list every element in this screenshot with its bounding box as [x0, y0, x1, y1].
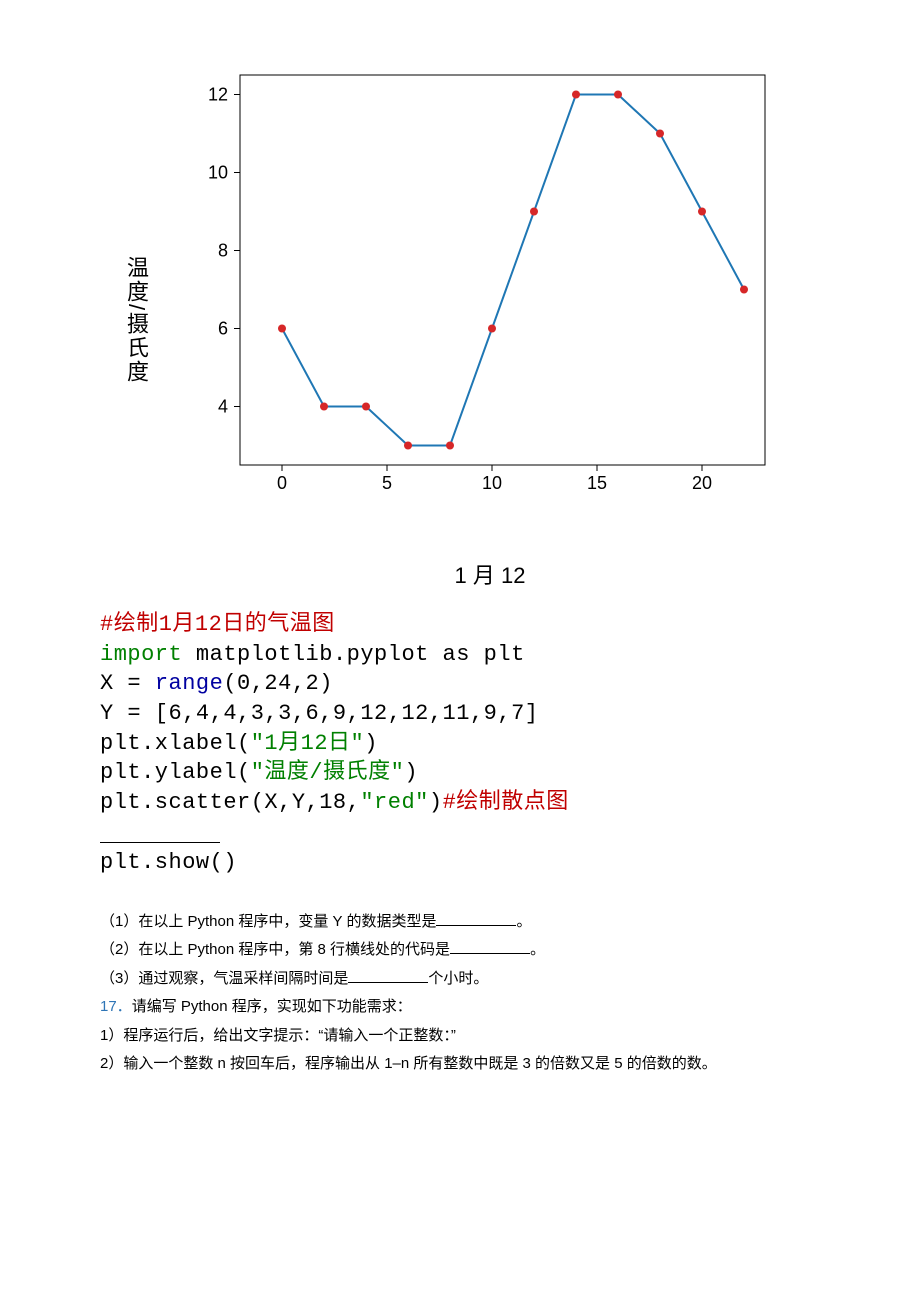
assign: X =: [100, 671, 155, 696]
svg-text:6: 6: [218, 319, 228, 339]
string: "温度/摄氏度": [251, 760, 405, 785]
blank-line: [100, 842, 220, 844]
code-line-2: import matplotlib.pyplot as plt: [100, 640, 820, 670]
svg-text:4: 4: [218, 397, 228, 417]
q17-num: 17．: [100, 998, 132, 1015]
svg-text:20: 20: [692, 473, 712, 493]
func-range: range: [155, 671, 224, 696]
paren: ): [429, 790, 443, 815]
code-rest: matplotlib.pyplot as plt: [182, 642, 525, 667]
code-line-9: plt.show(): [100, 848, 820, 878]
q1-text: （1）在以上 Python 程序中，变量 Y 的数据类型是: [100, 913, 436, 930]
code-line-1: #绘制1月12日的气温图: [100, 610, 820, 640]
q2-post: 。: [530, 941, 545, 958]
svg-text:5: 5: [382, 473, 392, 493]
ylabel-container: 温度/摄氏度: [120, 256, 152, 384]
svg-text:12: 12: [208, 85, 228, 105]
plt-show: plt.show(): [100, 850, 237, 875]
chart-container: 温度/摄氏度 051015204681012 1 月 12: [120, 60, 800, 580]
code-line-7: plt.scatter(X,Y,18,"red")#绘制散点图: [100, 788, 820, 818]
code-block: #绘制1月12日的气温图 import matplotlib.pyplot as…: [100, 610, 820, 878]
q17-text: 请编写 Python 程序，实现如下功能需求：: [132, 998, 412, 1015]
q17-2: 2）输入一个整数 n 按回车后，程序输出从 1–n 所有整数中既是 3 的倍数又…: [100, 1055, 717, 1072]
blank: [450, 953, 530, 954]
code-line-5: plt.xlabel("1月12日"): [100, 729, 820, 759]
chart-ylabel: 温度/摄氏度: [120, 256, 152, 384]
comment: #绘制散点图: [443, 790, 569, 815]
plt-ylabel: plt.ylabel(: [100, 760, 251, 785]
questions-block: （1）在以上 Python 程序中，变量 Y 的数据类型是。 （2）在以上 Py…: [100, 908, 820, 1079]
svg-text:10: 10: [208, 163, 228, 183]
question-17-sub2: 2）输入一个整数 n 按回车后，程序输出从 1–n 所有整数中既是 3 的倍数又…: [100, 1050, 820, 1079]
svg-text:10: 10: [482, 473, 502, 493]
q1-post: 。: [516, 913, 531, 930]
question-17-sub1: 1）程序运行后，给出文字提示：“请输入一个正整数：”: [100, 1022, 820, 1051]
q2-text: （2）在以上 Python 程序中，第 8 行横线处的代码是: [100, 941, 450, 958]
q17-1: 1）程序运行后，给出文字提示：“请输入一个正整数：”: [100, 1027, 456, 1044]
q3-post: 个小时。: [428, 970, 488, 987]
code-line-4: Y = [6,4,4,3,3,6,9,12,12,11,9,7]: [100, 699, 820, 729]
paren: ): [364, 731, 378, 756]
question-17: 17．请编写 Python 程序，实现如下功能需求：: [100, 993, 820, 1022]
paren: ): [404, 760, 418, 785]
code-line-8-blank: [100, 818, 820, 848]
chart-xlabel: 1 月 12: [120, 558, 800, 590]
string: "1月12日": [251, 731, 365, 756]
question-1: （1）在以上 Python 程序中，变量 Y 的数据类型是 。: [100, 908, 820, 937]
blank: [348, 982, 428, 983]
string: "red": [360, 790, 429, 815]
y-assign: Y = [6,4,4,3,3,6,9,12,12,11,9,7]: [100, 701, 538, 726]
svg-text:8: 8: [218, 241, 228, 261]
blank: [436, 925, 516, 926]
question-3: （3）通过观察，气温采样间隔时间是 个小时。: [100, 965, 820, 994]
chart-plot-area: 0 5 10 15 20 4 6 8 10 12: [180, 60, 780, 520]
comment: #绘制1月12日的气温图: [100, 612, 335, 637]
question-2: （2）在以上 Python 程序中，第 8 行横线处的代码是 。: [100, 936, 820, 965]
code-line-3: X = range(0,24,2): [100, 669, 820, 699]
plt-scatter: plt.scatter(X,Y,18,: [100, 790, 360, 815]
chart-svg: 0 5 10 15 20 4 6 8 10 12: [180, 60, 780, 520]
keyword-import: import: [100, 642, 182, 667]
code-line-6: plt.ylabel("温度/摄氏度"): [100, 758, 820, 788]
args: (0,24,2): [223, 671, 333, 696]
plt-xlabel: plt.xlabel(: [100, 731, 251, 756]
svg-text:15: 15: [587, 473, 607, 493]
svg-text:0: 0: [277, 473, 287, 493]
q3-text: （3）通过观察，气温采样间隔时间是: [100, 970, 348, 987]
